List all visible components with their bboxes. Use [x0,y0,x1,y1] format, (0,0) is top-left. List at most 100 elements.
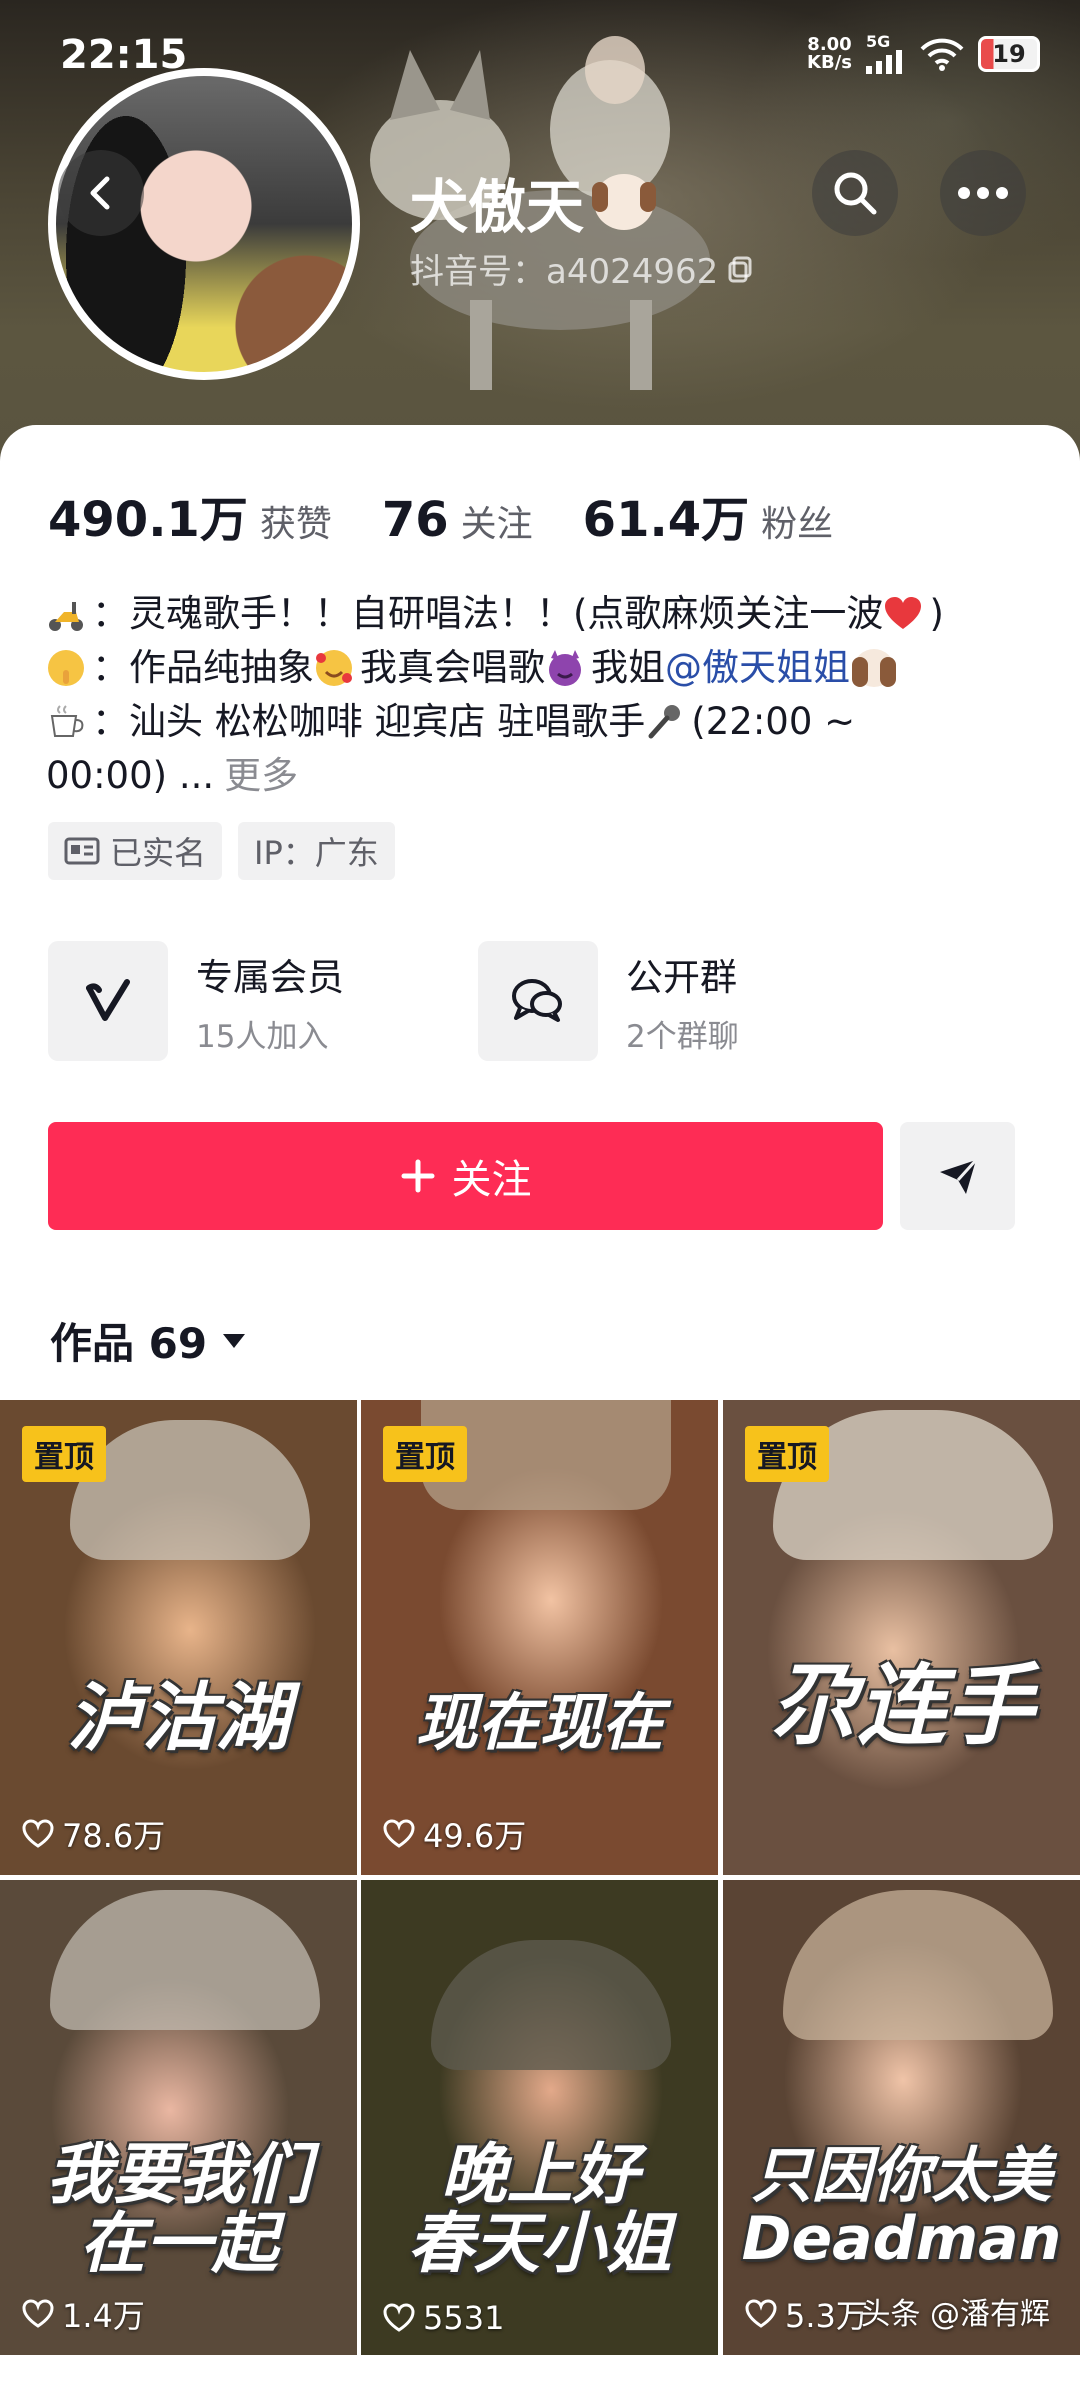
microphone-icon [648,705,681,739]
stat-followers-value: 61.4万 [582,492,750,548]
tab-works-label: 作品 69 [50,1319,208,1368]
caret-down-icon [223,1333,246,1348]
search-icon [834,172,877,215]
verified-tag-label: 已实名 [110,834,207,872]
heart-outline-icon [383,2303,415,2332]
video-likes-count: 5531 [423,2299,505,2337]
scooter-icon [49,602,83,631]
public-group-title: 公开群 [626,955,737,999]
video-title-line1: 只因你太美 [751,2141,1052,2211]
copy-icon[interactable] [726,254,756,284]
id-card-icon [64,837,100,865]
douyin-id[interactable]: 抖音号：a4024962 [410,244,756,293]
video-thumbnail-helmet [50,1890,320,2030]
video-title-line2: Deadman [741,2204,1062,2274]
public-group-subtitle: 2个群聊 [626,1018,739,1055]
heart-outline-icon [745,2299,777,2328]
video-tile[interactable]: 置顶 现在现在 49.6万 [361,1400,718,1875]
stat-likes-label: 获赞 [259,504,332,545]
status-indicators: 8.00 KB/s 5G 19 [807,34,1040,74]
network-speed: 8.00 KB/s [807,36,852,72]
wifi-icon [920,38,964,71]
membership-text: 专属会员 15人加入 [196,947,344,1056]
pinned-badge: 置顶 [745,1426,829,1482]
shushing-face-icon [48,650,84,686]
public-group-entry[interactable]: 公开群 2个群聊 [478,941,858,1061]
video-tile[interactable]: 我要我们 在一起 1.4万 [0,1880,357,2355]
video-tile[interactable]: 只因你太美 Deadman 5.3万 头条 @潘有辉 [723,1880,1080,2355]
chat-bubbles-icon [512,979,562,1022]
pinned-badge: 置顶 [383,1426,467,1482]
bio-line-4: 00:00) ... 更多 [46,749,1046,803]
back-button[interactable] [58,150,144,236]
video-likes: 78.6万 [22,1811,165,1857]
plus-icon [401,1159,434,1193]
bio-line-3: ：汕头 松松咖啡 迎宾店 驻唱歌手 (22:00 ~ [46,695,1046,749]
source-watermark: 头条 @潘有辉 [860,2297,1050,2332]
video-tile[interactable]: 晚上好 春天小姐 5531 [361,1880,718,2355]
chevron-left-icon [90,176,110,210]
douyin-id-text: 抖音号：a4024962 [410,252,719,292]
stat-followers[interactable]: 61.4万 粉丝 [583,480,833,550]
follow-button[interactable]: 关注 [48,1122,883,1230]
coffee-icon [50,705,84,737]
network-type: 5G [866,32,891,51]
video-likes: 49.6万 [383,1811,526,1857]
bio-line-2-text-a: ：作品纯抽象 [92,646,314,689]
video-likes: 5531 [383,2299,504,2337]
smiling-hearts-face-icon [316,650,352,686]
membership-icon-box [48,941,168,1061]
more-button[interactable] [940,150,1026,236]
mention-link[interactable]: @傲天姐姐 [665,641,850,695]
verified-tag: 已实名 [48,822,223,880]
membership-title: 专属会员 [196,955,344,999]
v-logo-icon [86,979,130,1021]
stat-following[interactable]: 76 关注 [382,492,533,548]
video-title: 尕连手 [769,1654,1034,1757]
profile-card: 490.1万 获赞 76 关注 61.4万 粉丝 ：灵魂歌手！！自研唱法！！(点… [0,425,1080,1400]
video-thumbnail-helmet [70,1420,310,1560]
membership-entry[interactable]: 专属会员 15人加入 [48,941,428,1061]
profile-name-text: 犬傲天 [410,173,585,241]
devil-face-icon [549,650,581,686]
bio-more-link[interactable]: 更多 [224,749,298,803]
search-button[interactable] [812,150,898,236]
video-title: 泸沽湖 [67,1675,290,1761]
profile-stats: 490.1万 获赞 76 关注 61.4万 粉丝 [48,480,833,550]
dog-face-icon [852,649,896,687]
bio-line-1-end: ) [929,592,944,635]
video-likes: 5.3万 [745,2291,868,2337]
video-likes: 1.4万 [22,2291,145,2337]
video-grid: 置顶 泸沽湖 78.6万 置顶 现在现在 49.6万 置顶 尕连手 我要我们 在… [0,1400,1080,2400]
profile-bio[interactable]: ：灵魂歌手！！自研唱法！！(点歌麻烦关注一波 ) ：作品纯抽象 我真会唱歌 我姐… [46,587,1046,803]
video-title: 我要我们 在一起 [0,2140,357,2279]
battery-icon: 19 [978,36,1040,72]
bio-line-2-text-b: 我真会唱歌 [360,646,545,689]
profile-features: 专属会员 15人加入 公开群 2个群聊 [48,941,858,1061]
video-title-line2: 春天小姐 [407,2205,672,2283]
video-tile[interactable]: 置顶 尕连手 [723,1400,1080,1875]
bio-line-3-end: (22:00 ~ [691,700,856,743]
video-likes-count: 49.6万 [423,1817,527,1855]
bio-line-2: ：作品纯抽象 我真会唱歌 我姐 @傲天姐姐 [46,641,1046,695]
pinned-badge: 置顶 [22,1426,106,1482]
video-tile[interactable]: 置顶 泸沽湖 78.6万 [0,1400,357,1875]
video-title: 晚上好 春天小姐 [361,2140,718,2279]
message-button[interactable] [900,1122,1015,1230]
public-group-text: 公开群 2个群聊 [626,947,739,1056]
heart-outline-icon [22,2299,54,2328]
video-likes-count: 78.6万 [62,1817,166,1855]
tab-works[interactable]: 作品 69 [50,1310,247,1371]
dog-face-icon [592,174,657,230]
video-thumbnail-helmet [431,1940,671,2070]
ip-location-tag: IP：广东 [238,822,395,880]
stat-likes: 490.1万 获赞 [48,480,332,550]
battery-level: 19 [992,40,1026,68]
bio-line-3-text: ：汕头 松松咖啡 迎宾店 驻唱歌手 [92,700,646,743]
red-heart-icon [885,597,922,629]
more-dots-icon [958,187,1008,199]
bio-line-1: ：灵魂歌手！！自研唱法！！(点歌麻烦关注一波 ) [46,587,1046,641]
follow-button-label: 关注 [451,1157,532,1203]
ip-location-label: IP：广东 [254,834,379,872]
network-speed-unit: KB/s [807,52,852,73]
